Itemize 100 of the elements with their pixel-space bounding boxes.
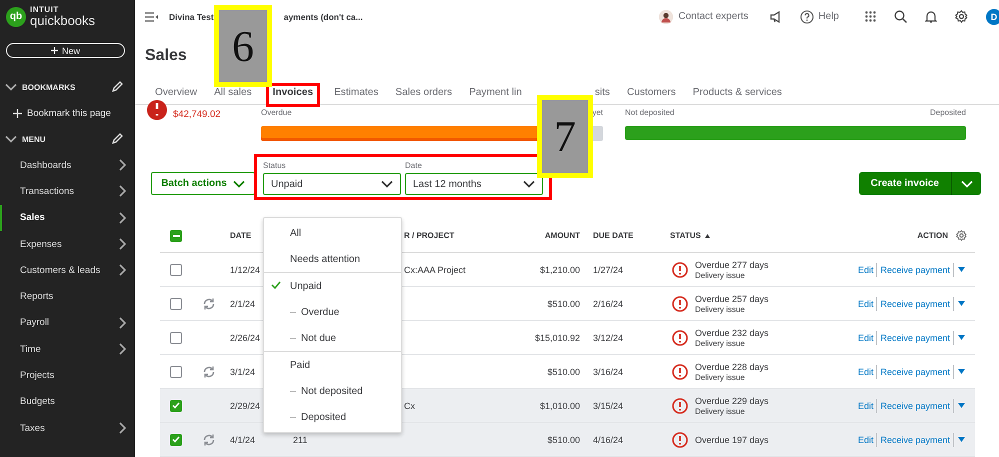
menu-option[interactable]: Not deposited — [264, 378, 401, 404]
due-date-cell: 3/16/24 — [593, 366, 624, 377]
tab[interactable]: Products & services — [692, 86, 782, 104]
edit-link[interactable]: Edit — [854, 332, 876, 343]
receive-payment-link[interactable]: Receive payment — [877, 366, 953, 377]
create-menu-button[interactable] — [951, 172, 981, 196]
batch-actions-button[interactable]: Batch actions — [151, 172, 255, 196]
pencil-icon[interactable] — [111, 81, 123, 93]
date-cell: 4/1/24 — [230, 434, 256, 445]
date-cell: 2/26/24 — [230, 332, 260, 343]
check-icon — [172, 402, 180, 410]
status-note: Delivery issue — [695, 338, 746, 348]
edit-link[interactable]: Edit — [854, 434, 876, 445]
menu-option[interactable]: Deposited — [264, 404, 401, 430]
help-button[interactable]: Help — [800, 10, 839, 24]
tab[interactable]: All sales — [214, 86, 252, 104]
alert-icon — [672, 330, 688, 346]
status-select[interactable]: Unpaid — [263, 173, 401, 196]
menu-option[interactable]: Paid — [264, 352, 401, 378]
menu-option[interactable]: Not due — [264, 325, 401, 351]
menu-item[interactable]: Projects — [0, 362, 135, 389]
receive-payment-link[interactable]: Receive payment — [877, 264, 953, 275]
receive-payment-link[interactable]: Receive payment — [877, 434, 953, 445]
column-header[interactable]: DUE DATE — [593, 231, 634, 240]
callout-number: 6 — [214, 5, 272, 87]
menu-option[interactable]: Overdue — [264, 299, 401, 325]
recurring-icon — [202, 432, 216, 447]
apps-grid-icon[interactable] — [865, 11, 876, 22]
tab[interactable]: Customers — [626, 86, 676, 104]
menu-item[interactable]: Transactions — [0, 178, 135, 205]
menu-item[interactable]: Sales — [0, 204, 135, 231]
caret-icon[interactable] — [958, 267, 965, 272]
menu-item[interactable]: Dashboards — [0, 152, 135, 178]
menu-item[interactable]: Taxes — [0, 414, 135, 442]
due-date-cell: 3/15/24 — [593, 400, 624, 411]
caret-icon[interactable] — [958, 403, 965, 408]
tab[interactable]: Estimates — [334, 86, 378, 104]
column-header[interactable]: AMOUNT — [544, 231, 580, 240]
page-title: Sales — [145, 47, 187, 66]
menu-item[interactable]: Payroll — [0, 310, 135, 336]
edit-link[interactable]: Edit — [854, 366, 876, 377]
plus-icon — [50, 47, 58, 54]
menu-item[interactable]: Reports — [0, 283, 135, 310]
logo-brand: INTUIT — [30, 6, 60, 14]
status-text: Overdue 257 days — [695, 294, 769, 304]
menu-option[interactable]: Needs attention — [264, 246, 401, 272]
menu-icon[interactable] — [145, 12, 159, 22]
company-name: ayments (don't ca... — [284, 12, 363, 22]
check-icon — [271, 281, 281, 289]
row-checkbox[interactable] — [170, 298, 182, 310]
bell-icon[interactable] — [925, 10, 937, 24]
pencil-icon[interactable] — [111, 133, 123, 145]
customer-cell: Cx — [404, 400, 415, 411]
tab[interactable]: Invoices — [268, 86, 318, 104]
tab[interactable]: Overview — [155, 86, 198, 104]
contact-experts-link[interactable]: Contact experts — [678, 11, 748, 22]
select-all-checkbox[interactable] — [170, 230, 182, 242]
company-name: Divina Test — [169, 12, 214, 22]
overdue-amount: $42,749.02 — [173, 109, 221, 120]
menu-item[interactable]: Customers & leads — [0, 257, 135, 284]
caret-icon[interactable] — [958, 301, 965, 306]
caret-icon[interactable] — [958, 437, 965, 442]
user-avatar[interactable]: D — [986, 8, 999, 25]
menu-option[interactable]: Unpaid — [264, 273, 401, 299]
column-header[interactable]: STATUS — [670, 231, 701, 240]
create-invoice-button[interactable]: Create invoice — [858, 172, 951, 196]
bookmark-link[interactable]: Bookmark this page — [27, 108, 111, 118]
menu-item[interactable]: Time — [0, 336, 135, 362]
settings-icon[interactable] — [956, 230, 967, 242]
tab[interactable]: Sales orders — [395, 86, 452, 104]
row-checkbox[interactable] — [170, 264, 182, 276]
chevron-right-icon — [119, 238, 127, 250]
receive-payment-link[interactable]: Receive payment — [877, 400, 953, 411]
edit-link[interactable]: Edit — [854, 400, 876, 411]
megaphone-icon[interactable] — [770, 10, 782, 23]
menu-option[interactable]: All — [264, 220, 401, 246]
edit-link[interactable]: Edit — [854, 264, 876, 275]
tab[interactable]: Payment lin — [469, 86, 522, 104]
edit-link[interactable]: Edit — [854, 298, 876, 309]
date-select[interactable]: Last 12 months — [405, 173, 543, 196]
new-button[interactable]: New — [6, 43, 125, 58]
alert-icon — [672, 262, 688, 278]
caret-icon[interactable] — [958, 369, 965, 374]
status-note: Delivery issue — [695, 372, 746, 382]
row-checkbox[interactable] — [170, 400, 182, 412]
column-header[interactable]: DATE — [230, 231, 252, 240]
menu-item[interactable]: Budgets — [0, 388, 135, 415]
receive-payment-link[interactable]: Receive payment — [877, 332, 953, 343]
row-checkbox[interactable] — [170, 434, 182, 446]
column-header[interactable]: R / PROJECT — [404, 231, 454, 240]
row-checkbox[interactable] — [170, 332, 182, 344]
status-text: Overdue 229 days — [695, 396, 769, 406]
row-checkbox[interactable] — [170, 366, 182, 378]
field-label: Status — [263, 161, 287, 170]
search-icon[interactable] — [894, 10, 907, 24]
caret-icon[interactable] — [958, 335, 965, 340]
tab[interactable]: sits — [594, 86, 610, 104]
receive-payment-link[interactable]: Receive payment — [877, 298, 953, 309]
settings-icon[interactable] — [955, 10, 968, 24]
menu-item[interactable]: Expenses — [0, 230, 135, 258]
